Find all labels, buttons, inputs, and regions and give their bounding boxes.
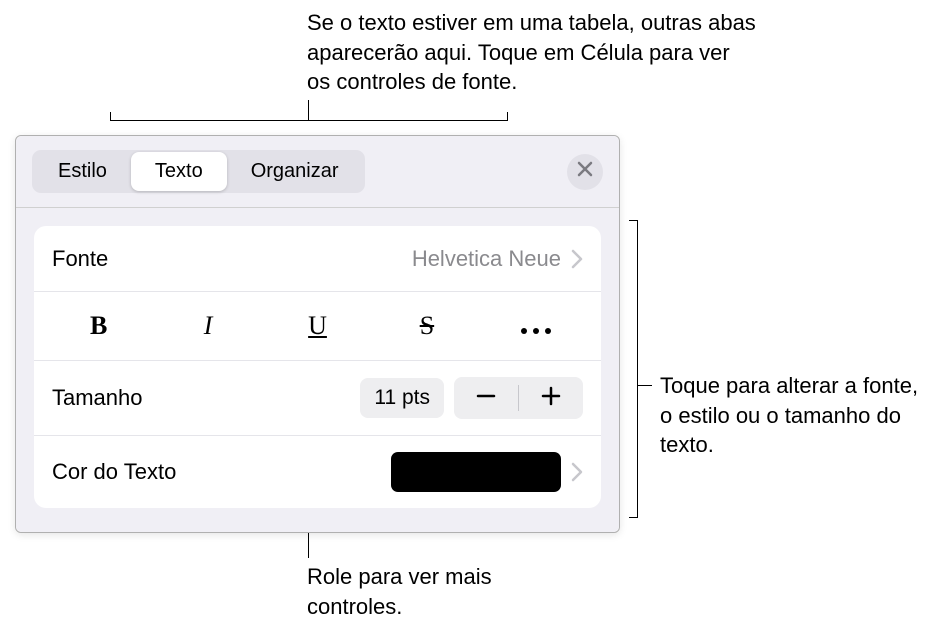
chevron-right-icon [571, 249, 583, 269]
tab-text-label: Texto [155, 160, 203, 182]
callout-top-text: Se o texto estiver em uma tabela, outras… [307, 10, 756, 94]
callout-right-bracket [628, 220, 638, 518]
close-button[interactable] [567, 154, 603, 190]
strikethrough-label: S [420, 311, 434, 341]
chevron-right-icon [571, 462, 583, 482]
tab-arrange[interactable]: Organizar [227, 152, 363, 191]
font-row-right: Helvetica Neue [412, 246, 583, 272]
text-color-label: Cor do Texto [52, 459, 176, 485]
more-options-button[interactable] [482, 306, 591, 346]
callout-right-line [638, 385, 652, 386]
underline-label: U [308, 311, 327, 341]
size-label: Tamanho [52, 385, 143, 411]
size-stepper [454, 377, 583, 419]
font-row[interactable]: Fonte Helvetica Neue [34, 226, 601, 292]
bold-button[interactable]: B [44, 306, 153, 346]
panel-body: Fonte Helvetica Neue B I U [16, 208, 619, 532]
ellipsis-icon [520, 311, 552, 342]
size-value-pill[interactable]: 11 pts [360, 378, 444, 418]
text-color-row[interactable]: Cor do Texto [34, 436, 601, 508]
tab-style[interactable]: Estilo [34, 152, 131, 191]
minus-icon [475, 385, 497, 412]
close-icon [577, 161, 593, 182]
tab-arrange-label: Organizar [251, 160, 339, 182]
tab-segmented-control: Estilo Texto Organizar [32, 150, 365, 193]
callout-right: Toque para alterar a fonte, o estilo ou … [660, 371, 920, 460]
text-color-swatch[interactable] [391, 452, 561, 492]
format-panel: Estilo Texto Organizar Fonte Helvetica N… [15, 135, 620, 533]
italic-label: I [204, 311, 213, 341]
callout-bottom-text: Role para ver mais controles. [307, 564, 492, 619]
tab-style-label: Estilo [58, 160, 107, 182]
bold-label: B [90, 311, 107, 341]
size-row: Tamanho 11 pts [34, 361, 601, 436]
italic-button[interactable]: I [153, 306, 262, 346]
callout-top-line [308, 100, 309, 121]
size-value: 11 pts [374, 386, 430, 409]
underline-button[interactable]: U [263, 306, 372, 346]
panel-header: Estilo Texto Organizar [16, 136, 619, 208]
font-value: Helvetica Neue [412, 246, 561, 272]
text-style-row: B I U S [34, 292, 601, 361]
callout-bottom: Role para ver mais controles. [307, 562, 557, 621]
callout-top-bracket [110, 120, 508, 121]
size-decrease-button[interactable] [454, 377, 518, 419]
text-options-card: Fonte Helvetica Neue B I U [34, 226, 601, 508]
tab-text[interactable]: Texto [131, 152, 227, 191]
callout-right-text: Toque para alterar a fonte, o estilo ou … [660, 373, 918, 457]
size-row-right: 11 pts [360, 377, 583, 419]
callout-top: Se o texto estiver em uma tabela, outras… [307, 8, 757, 97]
text-color-row-right [391, 452, 583, 492]
plus-icon [540, 385, 562, 412]
font-label: Fonte [52, 246, 108, 272]
size-increase-button[interactable] [519, 377, 583, 419]
strikethrough-button[interactable]: S [372, 306, 481, 346]
